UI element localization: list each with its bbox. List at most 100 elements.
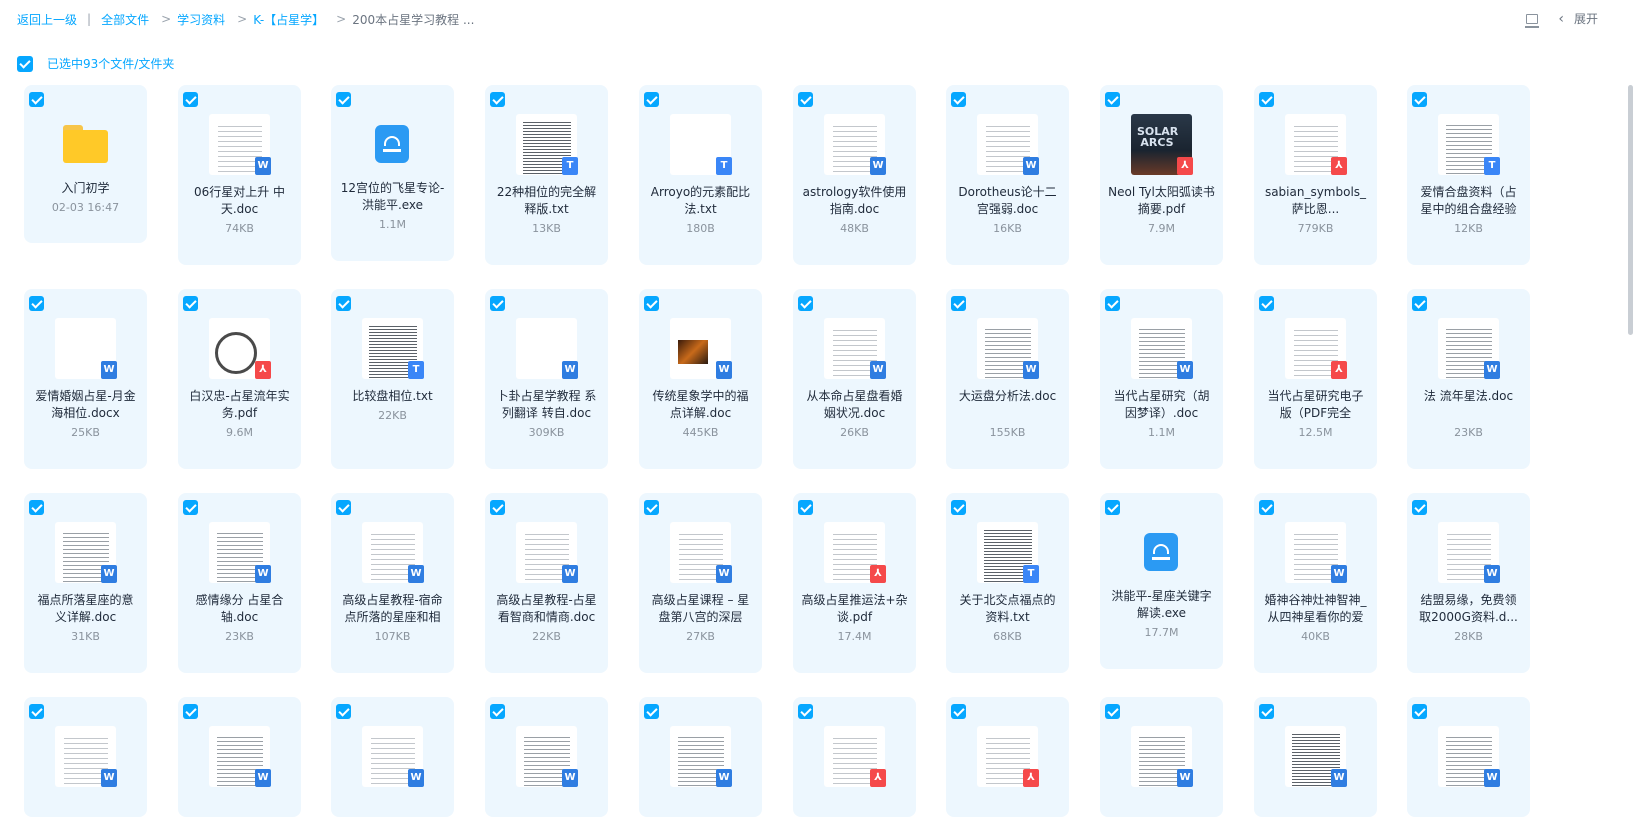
file-checkbox[interactable]	[336, 296, 351, 311]
expand-button[interactable]: 展开	[1574, 10, 1598, 27]
file-card[interactable]: W 法 流年星法.doc 23KB	[1407, 289, 1530, 469]
file-checkbox[interactable]	[336, 704, 351, 719]
file-card[interactable]: W 当代占星研究（胡因梦译）.doc 1.1M	[1100, 289, 1223, 469]
file-card[interactable]: W 爱情婚姻占星-月金海相位.docx 25KB	[24, 289, 147, 469]
file-checkbox[interactable]	[1412, 92, 1427, 107]
file-name: sabian_symbols_萨比恩...	[1264, 185, 1367, 216]
file-card[interactable]: W Dorotheus论十二宫强弱.doc 16KB	[946, 85, 1069, 265]
file-card[interactable]: W	[1254, 697, 1377, 817]
file-card[interactable]: W	[485, 697, 608, 817]
file-meta: 107KB	[374, 630, 411, 643]
file-card[interactable]: W 大运盘分析法.doc 155KB	[946, 289, 1069, 469]
file-name: 结盟易缘，免费领取2000G资料.d...	[1419, 593, 1518, 624]
file-checkbox[interactable]	[1259, 296, 1274, 311]
file-card[interactable]: W	[639, 697, 762, 817]
file-card[interactable]: W 结盟易缘，免费领取2000G资料.d... 28KB	[1407, 493, 1530, 673]
file-card[interactable]: T 22种相位的完全解释版.txt 13KB	[485, 85, 608, 265]
file-card[interactable]: W 06行星对上升 中天.doc 74KB	[178, 85, 301, 265]
breadcrumb-all-files[interactable]: 全部文件	[101, 11, 149, 28]
doc-file-icon: W	[1484, 769, 1500, 787]
file-checkbox[interactable]	[798, 296, 813, 311]
file-checkbox[interactable]	[644, 500, 659, 515]
file-checkbox[interactable]	[336, 500, 351, 515]
file-meta: 180B	[686, 222, 715, 235]
file-checkbox[interactable]	[490, 296, 505, 311]
view-mode-icon[interactable]	[1525, 13, 1540, 28]
file-checkbox[interactable]	[798, 92, 813, 107]
file-checkbox[interactable]	[490, 500, 505, 515]
file-card[interactable]: ⅄	[793, 697, 916, 817]
scrollbar[interactable]	[1628, 85, 1633, 335]
file-card[interactable]: ⅄ 高级占星推运法+杂谈.pdf 17.4M	[793, 493, 916, 673]
file-checkbox[interactable]	[490, 92, 505, 107]
file-card[interactable]: T 比较盘相位.txt 22KB	[331, 289, 454, 469]
file-checkbox[interactable]	[1412, 704, 1427, 719]
file-checkbox[interactable]	[1105, 500, 1120, 515]
file-checkbox[interactable]	[798, 704, 813, 719]
file-checkbox[interactable]	[29, 296, 44, 311]
file-card[interactable]: 洪能平-星座关键字解读.exe 17.7M	[1100, 493, 1223, 669]
file-card[interactable]: ⅄ 当代占星研究电子版（PDF完全 12.5M	[1254, 289, 1377, 469]
file-checkbox[interactable]	[951, 92, 966, 107]
doc-file-icon: W	[1177, 769, 1193, 787]
file-card[interactable]: W	[24, 697, 147, 817]
file-card[interactable]: 入门初学 02-03 16:47	[24, 85, 147, 243]
file-card[interactable]: W 从本命占星盘看婚姻状况.doc 26KB	[793, 289, 916, 469]
file-card[interactable]: ⅄ 白汉忠-占星流年实务.pdf 9.6M	[178, 289, 301, 469]
file-checkbox[interactable]	[951, 296, 966, 311]
file-card[interactable]: W	[331, 697, 454, 817]
file-checkbox[interactable]	[1105, 296, 1120, 311]
file-checkbox[interactable]	[1412, 500, 1427, 515]
file-card[interactable]: W	[1407, 697, 1530, 817]
file-card[interactable]: ⅄ sabian_symbols_萨比恩... 779KB	[1254, 85, 1377, 265]
back-link[interactable]: 返回上一级	[17, 11, 77, 28]
file-card[interactable]: W 高级占星课程 – 星盘第八宫的深层 27KB	[639, 493, 762, 673]
file-checkbox[interactable]	[644, 92, 659, 107]
file-card[interactable]: ⅄	[946, 697, 1069, 817]
file-checkbox[interactable]	[183, 296, 198, 311]
file-checkbox[interactable]	[29, 704, 44, 719]
file-checkbox[interactable]	[183, 500, 198, 515]
file-card[interactable]: SOLAR ARCS ⅄ Neol Tyl太阳弧读书摘要.pdf 7.9M	[1100, 85, 1223, 265]
file-name: 白汉忠-占星流年实务.pdf	[189, 389, 290, 420]
file-card[interactable]: W 福点所落星座的意义详解.doc 31KB	[24, 493, 147, 673]
file-card[interactable]: W 传统星象学中的福点详解.doc 445KB	[639, 289, 762, 469]
file-checkbox[interactable]	[644, 704, 659, 719]
file-checkbox[interactable]	[183, 92, 198, 107]
file-checkbox[interactable]	[1259, 704, 1274, 719]
file-card[interactable]: T Arroyo的元素配比法.txt 180B	[639, 85, 762, 265]
file-checkbox[interactable]	[644, 296, 659, 311]
breadcrumb-chevron-icon: >	[237, 12, 248, 26]
file-checkbox[interactable]	[29, 500, 44, 515]
file-checkbox[interactable]	[490, 704, 505, 719]
chevron-left-icon[interactable]: ‹	[1558, 11, 1564, 27]
file-checkbox[interactable]	[951, 500, 966, 515]
file-card[interactable]: W 婚神谷神灶神智神_从四神星看你的爱 40KB	[1254, 493, 1377, 673]
file-checkbox[interactable]	[1105, 92, 1120, 107]
breadcrumb-study[interactable]: 学习资料	[177, 11, 225, 28]
file-checkbox[interactable]	[1259, 92, 1274, 107]
file-card[interactable]: W	[1100, 697, 1223, 817]
file-card[interactable]: T 关于北交点福点的资料.txt 68KB	[946, 493, 1069, 673]
file-name: 比较盘相位.txt	[352, 389, 433, 403]
file-card[interactable]: W 高级占星教程-占星看智商和情商.doc 22KB	[485, 493, 608, 673]
file-card[interactable]: Wastrology软件使用指南.doc 48KB	[793, 85, 916, 265]
select-all-checkbox[interactable]	[17, 55, 33, 72]
file-card[interactable]: T 爱情合盘资料（占星中的组合盘经验 12KB	[1407, 85, 1530, 265]
file-checkbox[interactable]	[183, 704, 198, 719]
file-checkbox[interactable]	[951, 704, 966, 719]
file-card[interactable]: W 感情缘分 占星合轴.doc 23KB	[178, 493, 301, 673]
file-checkbox[interactable]	[1105, 704, 1120, 719]
txt-file-icon: T	[562, 157, 578, 175]
file-card[interactable]: W 卜卦占星学教程 系列翻译 转自.doc 309KB	[485, 289, 608, 469]
file-checkbox[interactable]	[29, 92, 44, 107]
file-checkbox[interactable]	[1259, 500, 1274, 515]
file-checkbox[interactable]	[336, 92, 351, 107]
file-card[interactable]: W	[178, 697, 301, 817]
file-checkbox[interactable]	[1412, 296, 1427, 311]
breadcrumb-astro[interactable]: K-【占星学】	[253, 11, 324, 28]
file-card[interactable]: W 高级占星教程-宿命点所落的星座和相 107KB	[331, 493, 454, 673]
file-card[interactable]: 12宫位的飞星专论-洪能平.exe 1.1M	[331, 85, 454, 261]
file-checkbox[interactable]	[798, 500, 813, 515]
file-meta: 22KB	[532, 630, 561, 643]
